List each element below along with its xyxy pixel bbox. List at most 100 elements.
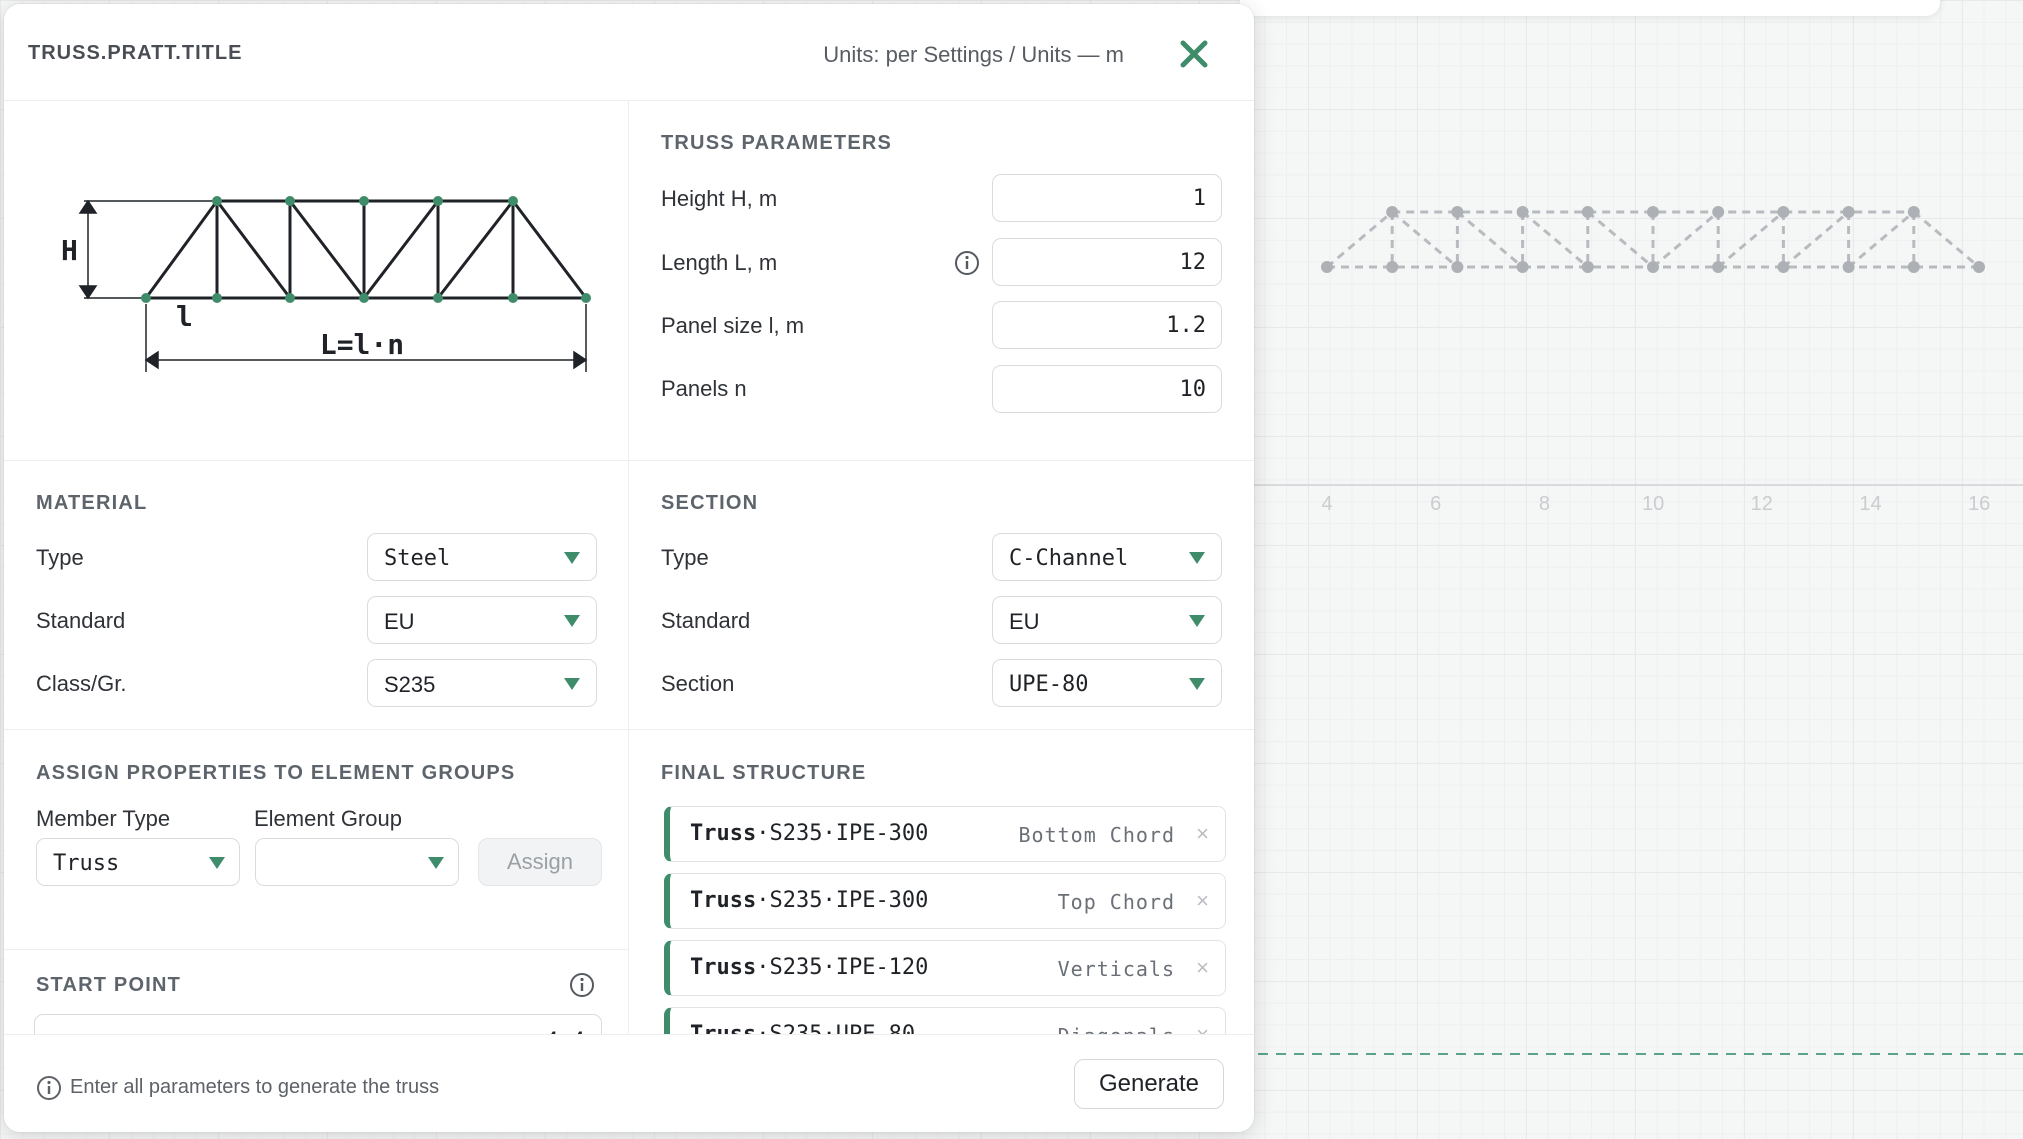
final-structure-item[interactable]: Truss·S235·IPE-300 Top Chord × [664, 873, 1226, 929]
item-spec: ·S235·IPE-120 [756, 955, 929, 980]
section-section-select[interactable]: UPE-80 [992, 659, 1222, 707]
axis-tick-label: 14 [1859, 493, 1881, 515]
chevron-down-icon [209, 857, 225, 869]
item-group: Verticals [1057, 957, 1175, 981]
axis-tick-label: 16 [1968, 493, 1990, 515]
section-type-select[interactable]: C-Channel [992, 533, 1222, 581]
section-type-value: C-Channel [1009, 546, 1129, 571]
material-class-select[interactable]: S235 [367, 659, 597, 707]
panels-input[interactable] [992, 365, 1222, 413]
chevron-down-icon [1189, 678, 1205, 690]
item-spec: ·S235·IPE-300 [756, 821, 929, 846]
axis-tick-label: 4 [1321, 493, 1332, 515]
diagram-panel-label: l [176, 300, 193, 333]
row-divider [4, 949, 628, 950]
length-label: Length L, m [661, 250, 778, 275]
dialog-body: TRUSS.PRATT.TITLE Units: per Settings / … [4, 4, 1254, 1038]
dialog-header: TRUSS.PRATT.TITLE Units: per Settings / … [4, 4, 1254, 101]
final-structure-title: FINAL STRUCTURE [661, 762, 867, 784]
member-type-select[interactable]: Truss [36, 838, 240, 886]
final-structure-item[interactable]: Truss·S235·IPE-300 Bottom Chord × [664, 806, 1226, 862]
preview-node [1451, 261, 1464, 273]
axis-tick-label: 12 [1751, 493, 1773, 515]
preview-node [1907, 206, 1920, 218]
material-class-label: Class/Gr. [36, 671, 127, 696]
remove-icon[interactable]: × [1196, 955, 1209, 981]
material-standard-select[interactable]: EU [367, 596, 597, 644]
material-class-value: S235 [384, 672, 436, 697]
column-divider [628, 101, 629, 1034]
preview-member [1586, 210, 1654, 269]
axis-tick-label: 10 [1642, 493, 1664, 515]
preview-member [1456, 210, 1524, 269]
truss-parameters-title: TRUSS PARAMETERS [661, 132, 893, 154]
section-standard-label: Standard [661, 608, 751, 633]
row-divider [4, 460, 1254, 461]
section-title: SECTION [661, 492, 759, 514]
start-point-title: START POINT [36, 974, 182, 996]
item-group: Bottom Chord [1018, 823, 1175, 847]
info-icon [37, 1076, 61, 1100]
remove-icon[interactable]: × [1196, 888, 1209, 914]
material-type-select[interactable]: Steel [367, 533, 597, 581]
preview-node [1451, 206, 1464, 218]
preview-node [1712, 261, 1725, 273]
axis-tick-label: 6 [1430, 493, 1441, 515]
material-standard-value: EU [384, 609, 415, 634]
preview-node [1647, 261, 1659, 273]
chevron-down-icon [1189, 552, 1205, 564]
panel-size-input[interactable] [992, 301, 1222, 349]
item-group: Top Chord [1057, 890, 1175, 914]
panel-size-label: Panel size l, m [661, 313, 805, 338]
row-divider [4, 729, 1254, 730]
preview-member [1912, 210, 1980, 269]
axis-tick-label: 8 [1539, 493, 1550, 515]
chevron-down-icon [564, 615, 580, 627]
preview-node [1386, 206, 1399, 218]
preview-node [1321, 261, 1333, 273]
truss-preview [1321, 206, 1985, 273]
preview-node [1777, 206, 1790, 218]
truss-diagram: H l L=l·n [61, 196, 591, 372]
close-button[interactable] [1178, 38, 1210, 70]
generate-button[interactable]: Generate [1074, 1059, 1224, 1109]
element-group-label: Element Group [254, 806, 402, 831]
info-icon[interactable] [954, 250, 980, 276]
element-group-select[interactable] [255, 838, 459, 886]
preview-member [1326, 210, 1394, 269]
section-section-label: Section [661, 671, 735, 696]
preview-node [1647, 206, 1659, 218]
truss-dialog: TRUSS.PRATT.TITLE Units: per Settings / … [4, 4, 1254, 1132]
footer-message: Enter all parameters to generate the tru… [70, 1076, 440, 1098]
preview-node [1842, 261, 1855, 273]
preview-node [1973, 261, 1985, 273]
material-type-value: Steel [384, 546, 451, 571]
preview-node [1712, 206, 1725, 218]
preview-member [1847, 210, 1915, 269]
preview-node [1907, 261, 1920, 273]
final-structure-item[interactable]: Truss·S235·IPE-120 Verticals × [664, 940, 1226, 996]
assign-button[interactable]: Assign [478, 838, 602, 886]
preview-node [1386, 261, 1399, 273]
length-input[interactable] [992, 238, 1222, 286]
preview-member [1391, 210, 1459, 269]
chevron-down-icon [564, 552, 580, 564]
section-type-label: Type [661, 545, 709, 570]
assign-title: ASSIGN PROPERTIES TO ELEMENT GROUPS [36, 762, 516, 784]
diagram-length-label: L=l·n [320, 328, 404, 361]
remove-icon[interactable]: × [1196, 821, 1209, 847]
preview-node [1777, 261, 1790, 273]
material-title: MATERIAL [36, 492, 148, 514]
preview-node [1581, 261, 1594, 273]
section-section-value: UPE-80 [1009, 672, 1089, 697]
preview-node [1842, 206, 1855, 218]
panels-label: Panels n [661, 376, 747, 401]
material-type-label: Type [36, 545, 84, 570]
dialog-title: TRUSS.PRATT.TITLE [28, 42, 243, 64]
height-input[interactable] [992, 174, 1222, 222]
preview-member [1782, 210, 1850, 269]
preview-member [1521, 210, 1589, 269]
info-icon[interactable] [569, 972, 595, 998]
section-standard-select[interactable]: EU [992, 596, 1222, 644]
chevron-down-icon [1189, 615, 1205, 627]
